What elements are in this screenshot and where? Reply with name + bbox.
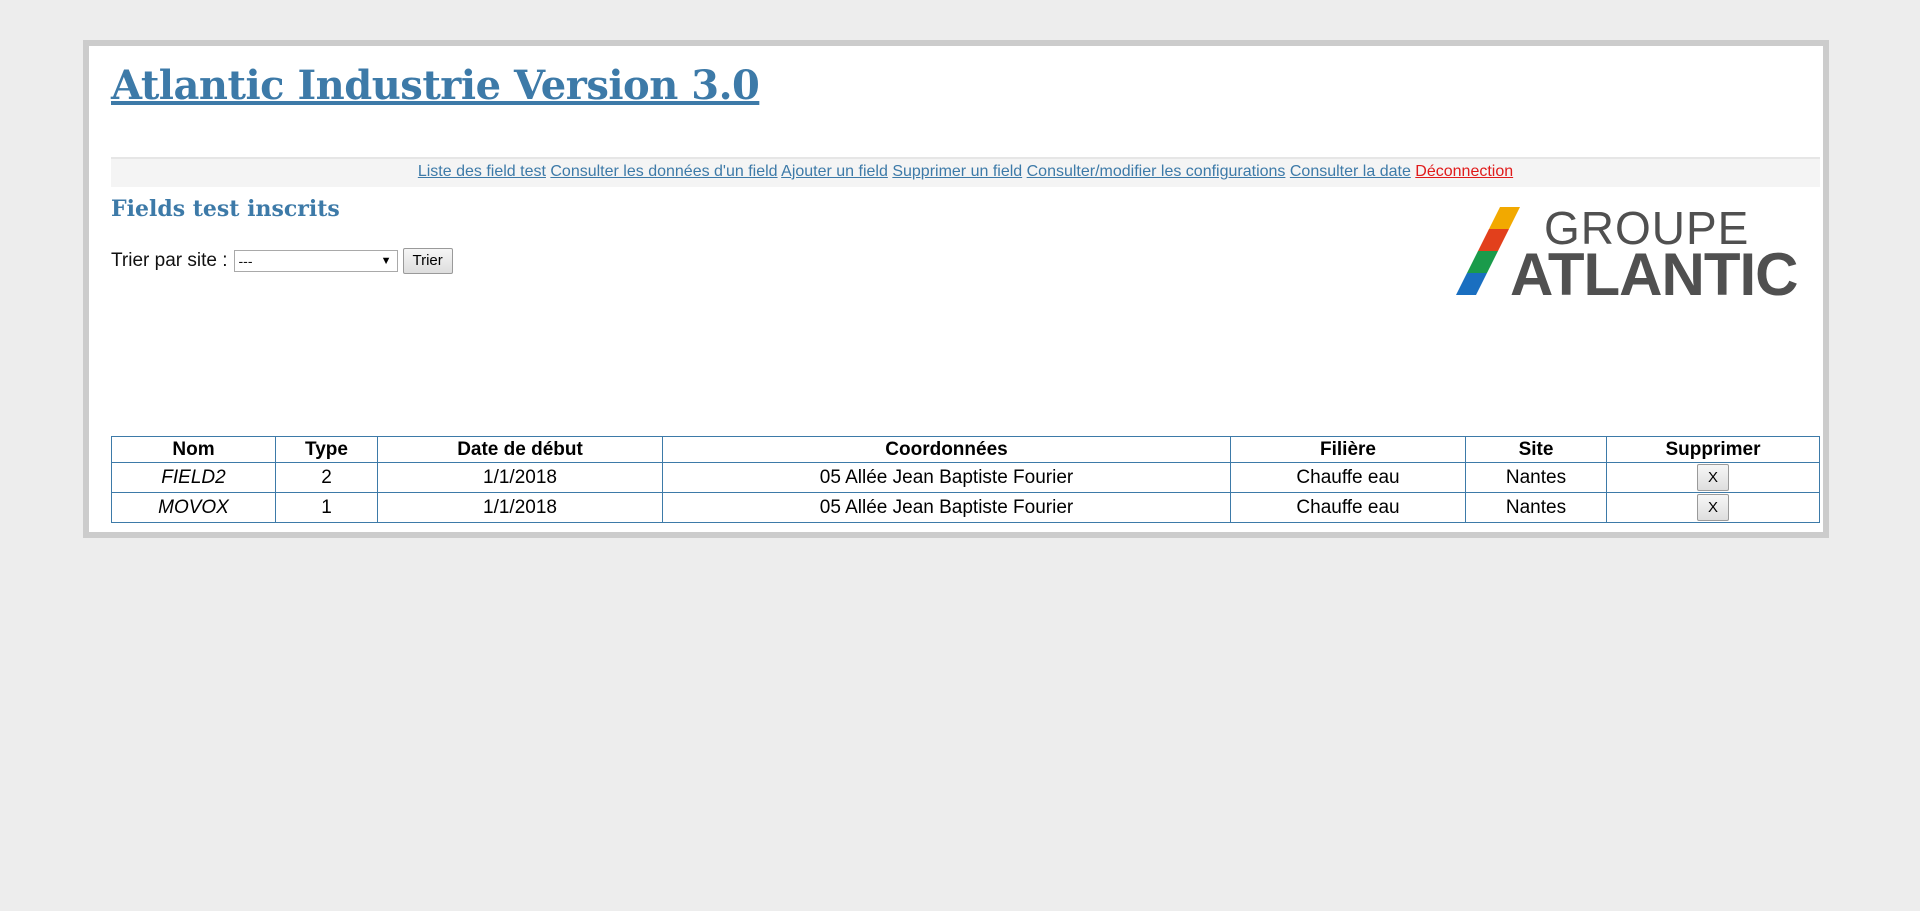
groupe-atlantic-logo: GROUPE ATLANTIC (1456, 202, 1799, 308)
cell-supprimer: X (1606, 462, 1820, 493)
cell-date: 1/1/2018 (377, 462, 663, 493)
cell-type: 1 (275, 492, 378, 523)
table-header-row: Nom Type Date de début Coordonnées Filiè… (111, 436, 1820, 463)
cell-site: Nantes (1465, 462, 1607, 493)
column-header-nom: Nom (111, 436, 276, 463)
cell-filiere: Chauffe eau (1230, 462, 1466, 493)
column-header-supprimer: Supprimer (1606, 436, 1820, 463)
table-row: MOVOX 1 1/1/2018 05 Allée Jean Baptiste … (111, 492, 1820, 523)
fields-table: Nom Type Date de début Coordonnées Filiè… (111, 436, 1820, 523)
sort-button[interactable]: Trier (402, 248, 453, 274)
column-header-site: Site (1465, 436, 1607, 463)
column-header-type: Type (275, 436, 378, 463)
table-row: FIELD2 2 1/1/2018 05 Allée Jean Baptiste… (111, 462, 1820, 493)
column-header-coordonnees: Coordonnées (662, 436, 1231, 463)
delete-row-button[interactable]: X (1697, 494, 1729, 521)
site-filter-label: Trier par site : (111, 250, 228, 271)
cell-supprimer: X (1606, 492, 1820, 523)
nav-logout[interactable]: Déconnection (1415, 163, 1513, 180)
cell-nom: MOVOX (111, 492, 276, 523)
logo-stripe-blue (1456, 273, 1487, 295)
logo-stripe-red (1478, 229, 1509, 251)
nav-add-field[interactable]: Ajouter un field (781, 163, 888, 180)
nav-configurations[interactable]: Consulter/modifier les configurations (1027, 163, 1286, 180)
page-container: Atlantic Industrie Version 3.0 Liste des… (83, 40, 1829, 538)
column-header-filiere: Filière (1230, 436, 1466, 463)
cell-coordonnees: 05 Allée Jean Baptiste Fourier (662, 462, 1231, 493)
nav-bar: Liste des field test Consulter les donné… (111, 157, 1820, 187)
nav-list-fields[interactable]: Liste des field test (418, 163, 546, 180)
column-header-date: Date de début (377, 436, 663, 463)
chevron-down-icon: ▼ (380, 255, 392, 267)
nav-consult-field-data[interactable]: Consulter les données d'un field (550, 163, 777, 180)
site-select[interactable]: --- ▼ (233, 250, 398, 272)
cell-type: 2 (275, 462, 378, 493)
cell-coordonnees: 05 Allée Jean Baptiste Fourier (662, 492, 1231, 523)
app-title-link[interactable]: Atlantic Industrie Version 3.0 (111, 62, 760, 109)
section-title: Fields test inscrits (111, 196, 340, 222)
delete-row-button[interactable]: X (1697, 464, 1729, 491)
site-select-value: --- (238, 253, 253, 269)
cell-filiere: Chauffe eau (1230, 492, 1466, 523)
cell-site: Nantes (1465, 492, 1607, 523)
logo-text-atlantic: ATLANTIC (1510, 241, 1798, 308)
nav-delete-field[interactable]: Supprimer un field (892, 163, 1022, 180)
nav-consult-date[interactable]: Consulter la date (1290, 163, 1411, 180)
logo-stripe-green (1467, 251, 1498, 273)
cell-nom: FIELD2 (111, 462, 276, 493)
cell-date: 1/1/2018 (377, 492, 663, 523)
site-filter-form: Trier par site : --- ▼ Trier (111, 248, 453, 274)
logo-stripe-yellow (1489, 207, 1520, 229)
